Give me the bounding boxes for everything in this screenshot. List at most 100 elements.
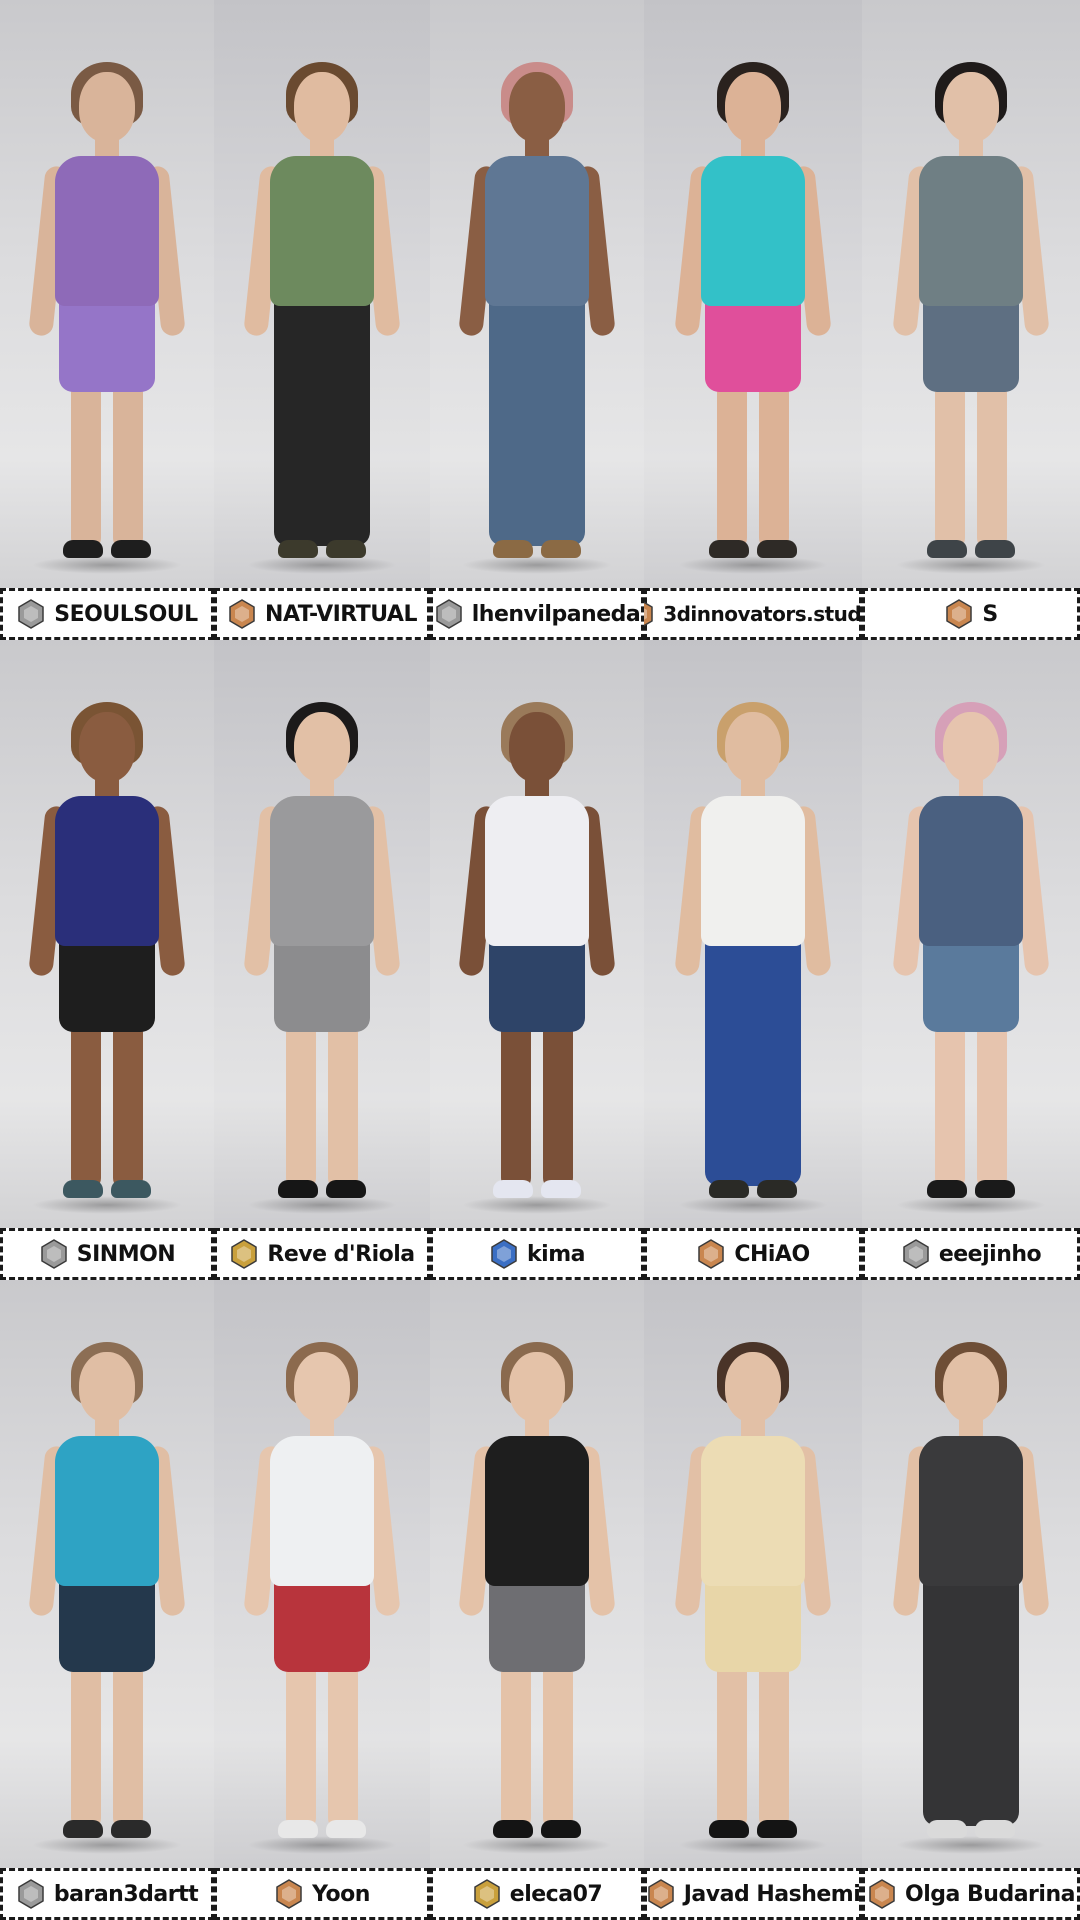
avatar-bottom <box>489 936 585 1032</box>
avatar-card[interactable]: SINMON <box>0 640 214 1280</box>
creator-label[interactable]: SINMON <box>0 1228 214 1280</box>
avatar-shoe-r <box>757 1180 797 1198</box>
creator-name: eleca07 <box>509 1881 603 1907</box>
creator-label[interactable]: Olga Budarina <box>862 1868 1080 1920</box>
avatar-head <box>725 712 781 782</box>
avatar-render <box>430 0 644 588</box>
avatar-leg-r <box>113 1020 143 1190</box>
avatar-shoe-r <box>541 1180 581 1198</box>
avatar-gallery-grid: SEOULSOUL NAT-VIRTUAL lhenvilpaneda 3dinnov… <box>0 0 1080 1920</box>
creator-label[interactable]: SEOULSOUL <box>0 588 214 640</box>
avatar-leg-r <box>977 380 1007 550</box>
avatar-figure <box>653 1280 853 1868</box>
creator-label[interactable]: CHiAO <box>644 1228 862 1280</box>
creator-label[interactable]: Javad Hashemi <box>644 1868 862 1920</box>
avatar-leg-r <box>328 1020 358 1190</box>
silver-hexagon-icon <box>434 599 464 629</box>
avatar-shoe-r <box>757 1820 797 1838</box>
avatar-bottom <box>923 936 1019 1032</box>
avatar-bottom <box>705 1576 801 1672</box>
creator-name: 3dinnovators.studio <box>663 602 862 626</box>
creator-label[interactable]: Yoon <box>214 1868 430 1920</box>
avatar-card[interactable]: S <box>862 0 1080 640</box>
avatar-figure <box>653 640 853 1228</box>
avatar-card[interactable]: eeejinho <box>862 640 1080 1280</box>
avatar-torso <box>919 1436 1023 1586</box>
creator-label[interactable]: Reve d'Riola <box>214 1228 430 1280</box>
avatar-card[interactable]: Reve d'Riola <box>214 640 430 1280</box>
avatar-shoe-l <box>709 540 749 558</box>
silver-hexagon-icon <box>16 599 46 629</box>
avatar-render <box>214 0 430 588</box>
avatar-shoe-l <box>493 540 533 558</box>
avatar-leg-l <box>71 380 101 550</box>
avatar-leg-r <box>328 1660 358 1830</box>
avatar-card[interactable]: 3dinnovators.studio <box>644 0 862 640</box>
silver-hexagon-icon <box>16 1879 46 1909</box>
avatar-card[interactable]: kima <box>430 640 644 1280</box>
avatar-shoe-r <box>975 1180 1015 1198</box>
creator-label[interactable]: baran3dartt <box>0 1868 214 1920</box>
creator-name: lhenvilpaneda <box>471 601 641 627</box>
avatar-card[interactable]: Javad Hashemi <box>644 1280 862 1920</box>
avatar-torso <box>270 1436 374 1586</box>
avatar-shoe-r <box>975 540 1015 558</box>
avatar-shoe-r <box>326 1820 366 1838</box>
silver-hexagon-icon <box>39 1239 69 1269</box>
avatar-card[interactable]: NAT-VIRTUAL <box>214 0 430 640</box>
blue-hexagon-icon <box>489 1239 519 1269</box>
avatar-leg-r <box>759 380 789 550</box>
avatar-leg-l <box>71 1020 101 1190</box>
avatar-card[interactable]: CHiAO <box>644 640 862 1280</box>
avatar-render <box>0 640 214 1228</box>
avatar-shoe-l <box>278 540 318 558</box>
creator-name: NAT-VIRTUAL <box>265 601 417 627</box>
avatar-head <box>509 712 565 782</box>
gold-hexagon-icon <box>472 1879 502 1909</box>
creator-name: Olga Budarina <box>905 1881 1075 1907</box>
avatar-shoe-l <box>63 540 103 558</box>
avatar-head <box>725 1352 781 1422</box>
avatar-shoe-r <box>111 1180 151 1198</box>
avatar-card[interactable]: Yoon <box>214 1280 430 1920</box>
avatar-render <box>862 640 1080 1228</box>
avatar-figure <box>871 0 1071 588</box>
avatar-figure <box>7 640 207 1228</box>
creator-label[interactable]: NAT-VIRTUAL <box>214 588 430 640</box>
avatar-torso <box>485 796 589 946</box>
avatar-shoe-r <box>111 540 151 558</box>
creator-label[interactable]: lhenvilpaneda <box>430 588 644 640</box>
avatar-render <box>862 1280 1080 1868</box>
avatar-card[interactable]: SEOULSOUL <box>0 0 214 640</box>
avatar-torso <box>55 796 159 946</box>
gallery-row: SINMON Reve d'Riola kima CHiAO eeejinho <box>0 640 1080 1280</box>
avatar-torso <box>270 796 374 946</box>
creator-name: CHiAO <box>734 1241 810 1267</box>
avatar-render <box>862 0 1080 588</box>
avatar-shoe-l <box>709 1180 749 1198</box>
avatar-figure <box>437 640 637 1228</box>
avatar-card[interactable]: lhenvilpaneda <box>430 0 644 640</box>
avatar-card[interactable]: eleca07 <box>430 1280 644 1920</box>
avatar-torso <box>701 1436 805 1586</box>
avatar-figure <box>437 0 637 588</box>
avatar-card[interactable]: baran3dartt <box>0 1280 214 1920</box>
creator-name: SEOULSOUL <box>54 601 198 627</box>
creator-name: kima <box>527 1241 585 1267</box>
creator-label[interactable]: kima <box>430 1228 644 1280</box>
creator-label[interactable]: 3dinnovators.studio <box>644 588 862 640</box>
creator-label[interactable]: S <box>862 588 1080 640</box>
bronze-hexagon-icon <box>227 599 257 629</box>
avatar-torso <box>485 1436 589 1586</box>
avatar-leg-l <box>501 1020 531 1190</box>
bronze-hexagon-icon <box>644 599 655 629</box>
avatar-bottom <box>923 1576 1019 1826</box>
avatar-figure <box>871 640 1071 1228</box>
creator-label[interactable]: eleca07 <box>430 1868 644 1920</box>
avatar-card[interactable]: Olga Budarina <box>862 1280 1080 1920</box>
avatar-figure <box>7 1280 207 1868</box>
avatar-render <box>214 1280 430 1868</box>
avatar-leg-r <box>759 1660 789 1830</box>
avatar-shoe-l <box>927 540 967 558</box>
creator-label[interactable]: eeejinho <box>862 1228 1080 1280</box>
